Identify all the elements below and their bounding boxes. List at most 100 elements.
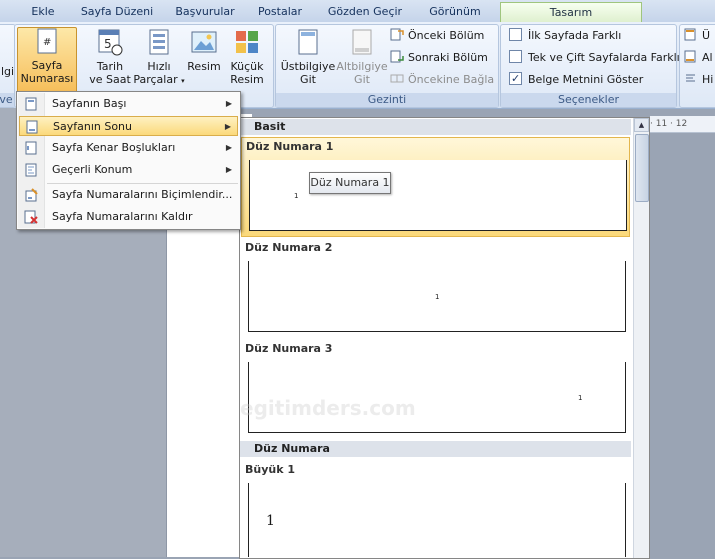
clipart-icon	[234, 29, 260, 57]
menu-item-remove-page-numbers[interactable]: Sayfa Numaralarını Kaldır	[19, 207, 238, 227]
gallery-item-title: Düz Numara 1	[246, 140, 334, 153]
header-cut-label[interactable]: lgi	[1, 65, 14, 78]
tooltip: Düz Numara 1	[309, 172, 391, 194]
page-bottom-icon	[25, 120, 39, 134]
go-to-header-label2: Git	[300, 73, 316, 86]
page-number-preview: 1	[294, 192, 299, 200]
next-section-button[interactable]: Sonraki Bölüm	[390, 49, 488, 67]
previous-section-label: Önceki Bölüm	[408, 29, 485, 42]
tab-gozden-gecir[interactable]: Gözden Geçir	[318, 2, 412, 21]
scroll-up-button[interactable]: ▲	[634, 118, 649, 132]
clipart-label2: Resim	[230, 73, 264, 86]
checkbox-box	[509, 28, 522, 41]
navigation-group-label: Gezinti	[276, 93, 498, 107]
gallery-thumbnail: 1	[249, 160, 627, 231]
first-page-different-checkbox[interactable]: İlk Sayfada Farklı	[509, 27, 621, 45]
menu-item-label: Sayfa Kenar Boşlukları	[52, 141, 176, 154]
checkbox-box	[509, 50, 522, 63]
date-time-button[interactable]: 5 Tarih ve Saat	[89, 29, 131, 86]
menu-item-label: Geçerli Konum	[52, 163, 133, 176]
page-number-preview-large: 1	[266, 513, 275, 529]
menu-item-top-of-page[interactable]: Sayfanın Başı ▶	[19, 94, 238, 114]
tab-postalar[interactable]: Postalar	[250, 2, 310, 21]
menu-item-page-margins[interactable]: Sayfa Kenar Boşlukları ▶	[19, 138, 238, 158]
ribbon-tab-bar: Ekle Sayfa Düzeni Başvurular Postalar Gö…	[0, 0, 715, 23]
link-icon	[390, 72, 404, 85]
go-to-header-icon	[295, 29, 321, 57]
document-background-right	[651, 132, 715, 557]
picture-label: Resim	[187, 60, 221, 73]
gallery-item-plain-number-1[interactable]: Düz Numara 1 1	[241, 137, 630, 237]
tab-basvurular[interactable]: Başvurular	[166, 2, 244, 21]
previous-section-button[interactable]: Önceki Bölüm	[390, 27, 484, 45]
gallery-thumbnail: 1	[248, 483, 626, 557]
tab-ekle[interactable]: Ekle	[20, 2, 66, 21]
page-number-icon: #	[34, 28, 60, 56]
go-to-footer-label: Altbilgiye	[336, 60, 388, 73]
page-margins-icon	[24, 141, 38, 155]
tab-gorunum[interactable]: Görünüm	[418, 2, 492, 21]
submenu-arrow-icon: ▶	[225, 99, 232, 108]
previous-section-icon	[390, 28, 404, 41]
scroll-thumb[interactable]	[635, 134, 649, 202]
go-to-footer-label2: Git	[354, 73, 370, 86]
alignment-tab-label: Hi	[702, 73, 714, 86]
gallery-section-header: Basit	[240, 119, 631, 135]
quick-parts-button[interactable]: Hızlı Parçalar ▾	[133, 29, 185, 88]
gallery-section-header: Düz Numara	[240, 441, 631, 457]
header-position-label: Ü	[702, 29, 711, 42]
clipart-label: Küçük	[230, 60, 264, 73]
picture-button[interactable]: Resim	[187, 29, 221, 73]
menu-item-current-position[interactable]: Geçerli Konum ▶	[19, 160, 238, 180]
tab-sayfa-duzeni[interactable]: Sayfa Düzeni	[74, 2, 160, 21]
link-to-previous-button[interactable]: Öncekine Bağla	[390, 71, 494, 89]
show-document-text-checkbox[interactable]: Belge Metnini Göster	[509, 70, 643, 89]
odd-even-different-checkbox[interactable]: Tek ve Çift Sayfalarda Farklı	[509, 49, 680, 67]
page-number-button[interactable]: # Sayfa Numarası ▾	[17, 27, 77, 97]
alignment-tab-icon	[684, 72, 698, 85]
gallery-item-plain-number-2[interactable]: Düz Numara 2 1	[241, 239, 630, 339]
first-page-different-label: İlk Sayfada Farklı	[528, 29, 622, 42]
page-number-label: Sayfa	[31, 59, 63, 72]
clipart-button[interactable]: Küçük Resim	[227, 29, 267, 86]
go-to-header-button[interactable]: Üstbilgiye Git	[280, 29, 336, 86]
quick-parts-label: Hızlı	[147, 60, 171, 73]
ruler-ticks: · 11 · 12	[650, 119, 688, 129]
menu-item-label: Sayfa Numaralarını Biçimlendir...	[52, 188, 233, 201]
checkbox-box-checked	[509, 70, 522, 88]
footer-position-button[interactable]: Al	[684, 49, 713, 67]
section-duz-label: Düz Numara	[254, 442, 330, 455]
header-position-icon	[684, 28, 698, 41]
menu-item-format-page-numbers[interactable]: Sayfa Numaralarını Biçimlendir...	[19, 185, 238, 205]
options-group-label: Seçenekler	[501, 93, 676, 107]
page-number-menu: Sayfanın Başı ▶ Sayfanın Sonu ▶ Sayfa Ke…	[16, 91, 241, 230]
menu-item-bottom-of-page[interactable]: Sayfanın Sonu ▶	[19, 116, 238, 136]
next-section-icon	[390, 50, 404, 63]
go-to-footer-icon	[349, 29, 375, 57]
watermark-text: egitimders.com	[240, 396, 416, 420]
format-page-numbers-icon	[24, 188, 38, 202]
odd-even-different-label: Tek ve Çift Sayfalarda Farklı	[528, 51, 680, 64]
picture-icon	[191, 29, 217, 57]
submenu-arrow-icon: ▶	[225, 143, 232, 152]
gallery-item-large-1[interactable]: Büyük 1 1	[241, 459, 630, 558]
submenu-arrow-icon: ▶	[224, 122, 231, 131]
next-section-label: Sonraki Bölüm	[408, 51, 488, 64]
menu-separator	[47, 183, 238, 184]
remove-page-numbers-icon	[24, 210, 38, 224]
header-position-button[interactable]: Ü	[684, 27, 710, 45]
tab-tasarim[interactable]: Tasarım	[500, 2, 642, 22]
quick-parts-label2: Parçalar ▾	[133, 73, 185, 86]
quick-parts-icon	[146, 29, 172, 57]
gallery-item-title: Düz Numara 2	[245, 241, 333, 254]
calendar-clock-icon: 5	[97, 29, 123, 57]
alignment-tab-button[interactable]: Hi	[684, 71, 713, 89]
gallery-item-plain-number-3[interactable]: Düz Numara 3 1	[241, 340, 630, 440]
footer-position-icon	[684, 50, 698, 63]
gallery-scrollbar[interactable]: ▲	[633, 118, 649, 558]
go-to-footer-button[interactable]: Altbilgiye Git	[336, 29, 388, 86]
gallery-item-title: Büyük 1	[245, 463, 296, 476]
navigation-group: Üstbilgiye Git Altbilgiye Git Önceki Böl…	[275, 24, 499, 108]
section-basit-label: Basit	[254, 120, 286, 133]
menu-item-label: Sayfanın Başı	[52, 97, 127, 110]
